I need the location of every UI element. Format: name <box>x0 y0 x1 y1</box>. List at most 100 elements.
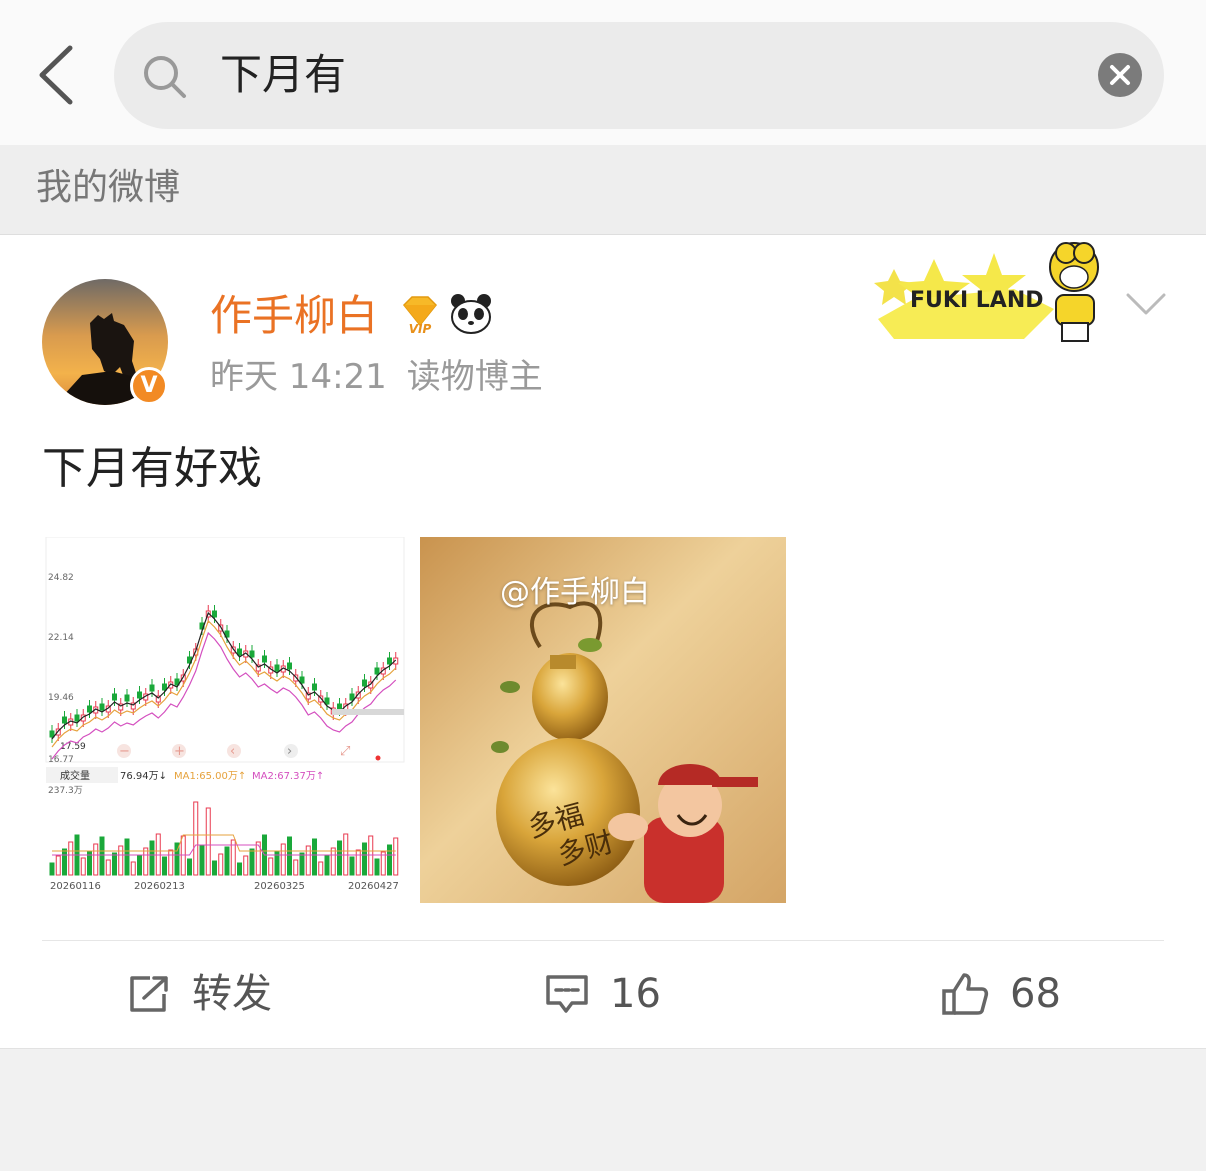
date-label: 20260427 <box>348 881 399 892</box>
candle <box>287 662 292 670</box>
volume-bar <box>355 849 361 876</box>
divider <box>42 940 1164 941</box>
volume-bar <box>318 861 324 876</box>
candle <box>374 667 380 675</box>
volume-bar <box>168 849 174 876</box>
zoom-out-icon: − <box>119 744 130 759</box>
stock-chart: 24.82 22.14 19.46 16.77 17.59 − + ‹ › ⤢ … <box>42 537 408 903</box>
section-header: 我的微博 <box>0 145 1206 235</box>
volume-bar <box>99 836 105 876</box>
price-tick: 19.46 <box>48 693 74 703</box>
volume-bar <box>299 852 305 876</box>
clear-search-button[interactable] <box>1098 53 1142 97</box>
candle <box>149 684 155 692</box>
volume-bar <box>162 856 167 876</box>
section-title: 我的微博 <box>36 167 181 208</box>
volume-bar <box>224 846 230 876</box>
volume-bar <box>374 858 380 876</box>
volume-bar <box>330 847 336 876</box>
search-icon <box>144 56 186 98</box>
volume-bar <box>80 857 86 876</box>
date-label: 20260213 <box>134 881 185 892</box>
candle <box>262 655 267 663</box>
share-icon <box>130 976 168 1012</box>
volume-bar <box>93 843 99 876</box>
next-icon: › <box>287 744 292 759</box>
volume-bar <box>55 855 61 876</box>
weibo-post-card[interactable]: V 作手柳白 VIP 昨天 14:21 读物博主 FUKI LAND 下月有好戏 <box>0 235 1206 1049</box>
ma1-value: MA1:65.00万↑ <box>174 771 246 782</box>
volume-bar <box>112 852 117 876</box>
post-meta: 昨天 14:21 读物博主 <box>210 355 543 399</box>
prev-icon: ‹ <box>230 744 235 759</box>
svg-text:VIP: VIP <box>409 322 432 336</box>
fortune-gourd-image[interactable]: 多福 多财 @作手柳白 <box>420 537 786 903</box>
zoom-in-icon: + <box>174 744 185 759</box>
post-text: 下月有好戏 <box>42 443 262 494</box>
comment-count: 16 <box>610 971 661 1017</box>
fuki-land-sticker: FUKI LAND <box>874 242 1099 342</box>
panda-icon <box>451 294 491 334</box>
author-role: 读物博主 <box>406 357 543 397</box>
volume-bar <box>187 858 192 876</box>
volume-bar <box>243 855 249 876</box>
volume-bar <box>387 844 392 876</box>
sticker-text: FUKI LAND <box>910 288 1044 313</box>
candle <box>324 697 330 705</box>
volume-max: 237.3万 <box>48 786 83 796</box>
comment-button[interactable]: 16 <box>544 963 661 1025</box>
volume-bar <box>337 840 342 876</box>
stock-chart-image[interactable]: 24.82 22.14 19.46 16.77 17.59 − + ‹ › ⤢ … <box>42 537 408 903</box>
volume-bar <box>324 854 330 876</box>
candle <box>124 694 130 702</box>
volume-bar <box>143 847 149 876</box>
chevron-left-icon <box>39 45 73 105</box>
repost-label: 转发 <box>192 971 272 1017</box>
candle <box>349 693 355 701</box>
chevron-down-icon[interactable] <box>1124 289 1168 319</box>
candle <box>237 648 242 656</box>
like-count: 68 <box>1010 971 1061 1017</box>
volume-bar <box>49 862 55 876</box>
volume-bar <box>105 859 111 876</box>
candle <box>312 683 317 691</box>
candle <box>49 730 55 738</box>
ma2-value: MA2:67.37万↑ <box>252 771 324 782</box>
volume-bar <box>62 848 67 876</box>
author-name[interactable]: 作手柳白 <box>210 291 378 341</box>
candle <box>87 705 92 713</box>
volume-bar <box>280 843 286 876</box>
volume-value: 76.94万↓ <box>120 771 167 782</box>
volume-bar <box>118 845 124 876</box>
volume-bar <box>68 841 74 876</box>
back-button[interactable] <box>32 42 82 108</box>
low-label: 17.59 <box>60 742 86 752</box>
volume-bar <box>149 840 155 876</box>
volume-bar <box>199 844 205 876</box>
search-bar[interactable]: 下月有 <box>114 22 1164 129</box>
volume-label: 成交量 <box>60 769 90 782</box>
repost-button[interactable]: 转发 <box>128 963 272 1025</box>
candle <box>62 716 67 724</box>
price-tick: 16.77 <box>48 755 74 765</box>
volume-bar <box>193 801 199 876</box>
volume-bar <box>349 856 355 876</box>
candle <box>249 650 255 658</box>
candle <box>362 679 367 687</box>
volume-bar <box>312 838 317 876</box>
search-input[interactable]: 下月有 <box>220 48 346 102</box>
volume-bar <box>205 807 211 876</box>
candle <box>137 691 142 699</box>
like-button[interactable]: 68 <box>940 963 1061 1025</box>
volume-bar <box>137 854 142 876</box>
volume-bar <box>212 860 217 876</box>
volume-bar <box>362 842 367 876</box>
volume-bar <box>124 838 130 876</box>
vip-diamond-icon: VIP <box>402 296 438 336</box>
price-tick: 24.82 <box>48 573 74 583</box>
candle <box>274 664 280 672</box>
date-label: 20260116 <box>50 881 101 892</box>
candle <box>162 683 167 691</box>
expand-icon: ⤢ <box>340 744 350 759</box>
candle <box>299 676 305 684</box>
